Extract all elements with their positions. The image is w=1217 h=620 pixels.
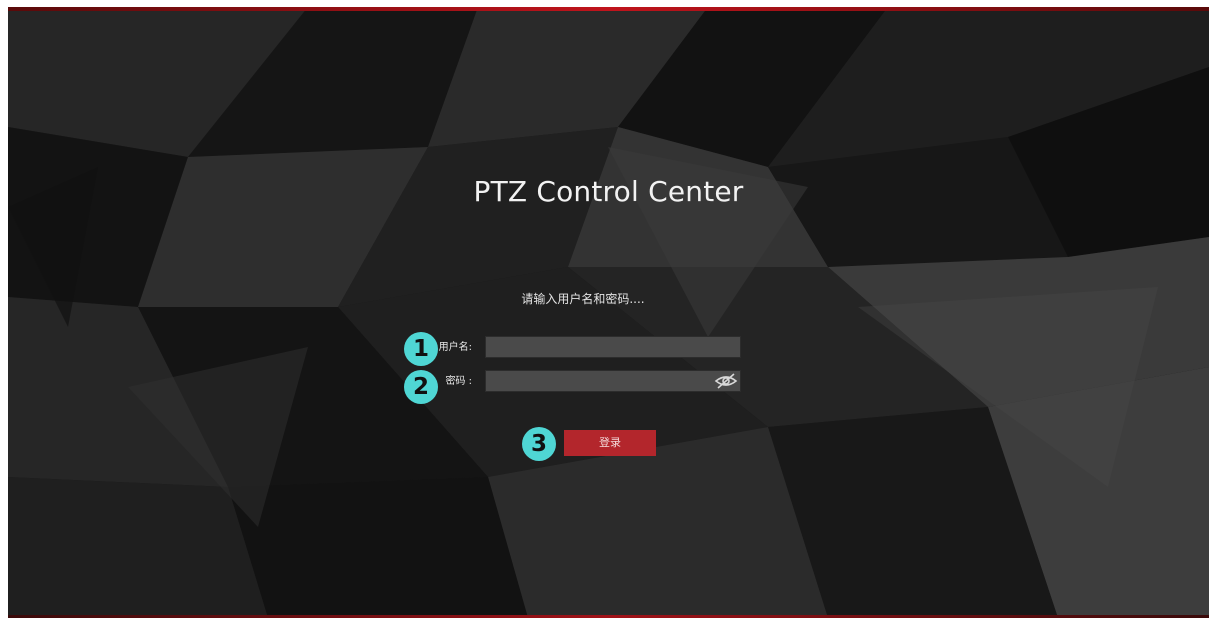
- password-label: 密码 :: [445, 376, 472, 387]
- username-input[interactable]: [485, 336, 741, 358]
- eye-slash-icon[interactable]: [714, 372, 738, 390]
- login-button[interactable]: 登录: [564, 430, 656, 456]
- annotation-badge-2: 2: [404, 370, 438, 404]
- username-label: 用户名:: [438, 342, 472, 353]
- bottom-accent-bar: [8, 615, 1209, 618]
- polygon-background: [8, 7, 1209, 618]
- username-row: 用户名:: [8, 336, 1209, 360]
- app-title: PTZ Control Center: [473, 175, 744, 208]
- annotation-badge-1: 1: [404, 332, 438, 366]
- login-screen: PTZ Control Center 请输入用户名和密码.... 用户名: 密码…: [8, 7, 1209, 618]
- password-row: 密码 :: [8, 370, 1209, 394]
- top-accent-bar: [8, 7, 1209, 11]
- annotation-badge-3: 3: [522, 427, 556, 461]
- password-input[interactable]: [485, 370, 741, 392]
- login-prompt: 请输入用户名和密码....: [521, 292, 645, 306]
